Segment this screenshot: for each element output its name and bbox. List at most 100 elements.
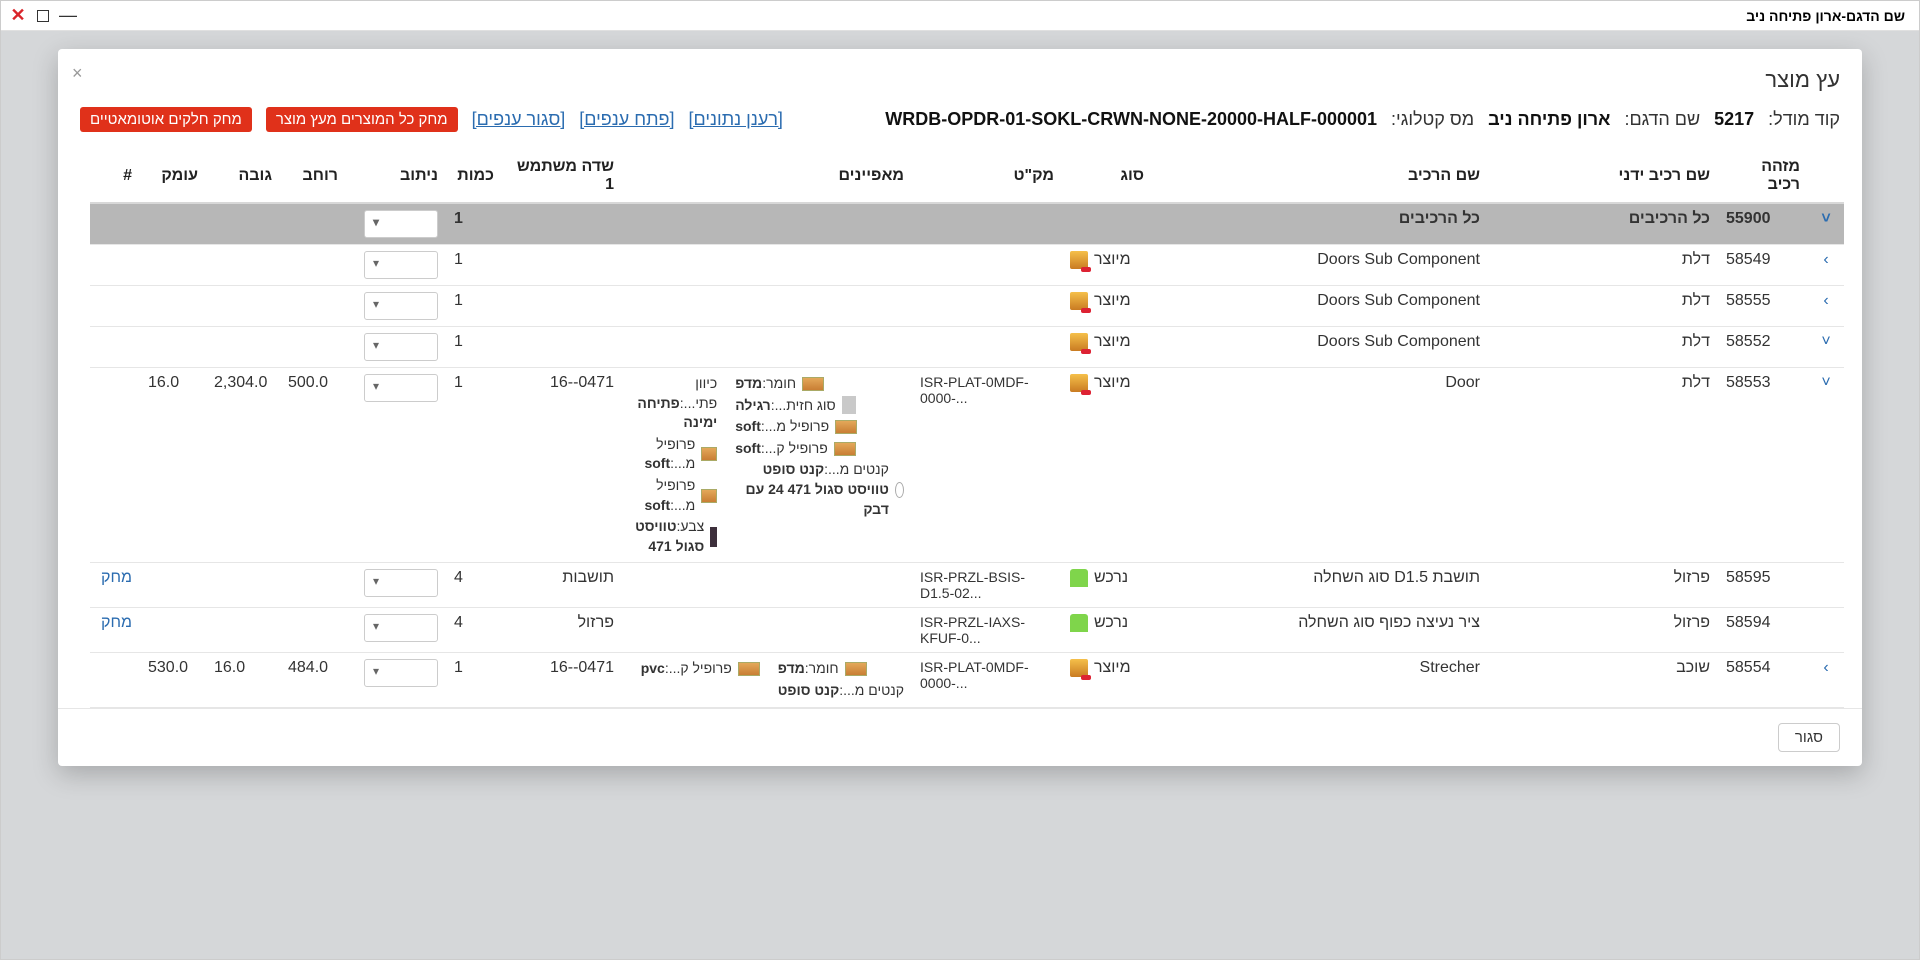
col-user1: שדה משתמש 1 [502, 150, 622, 203]
manufactured-icon [1070, 292, 1088, 310]
col-width: רוחב [280, 150, 346, 203]
tree-table-wrap[interactable]: מזהה רכיב שם רכיב ידני שם הרכיב סוג מק"ט… [58, 150, 1862, 708]
cell-attrs [622, 203, 912, 245]
route-dropdown[interactable] [364, 292, 438, 320]
attrs-box: חומר:מדפסוג חזית...:רגילהפרופיל מ...:sof… [630, 374, 904, 556]
minimize-icon[interactable]: — [59, 7, 77, 25]
cell-hash [90, 203, 140, 245]
cell-sku: ISR-PRZL-IAXS-KFUF-0... [912, 608, 1062, 653]
cell-user1 [502, 286, 622, 327]
expand-icon[interactable]: ‹ [1816, 251, 1836, 269]
route-dropdown[interactable] [364, 569, 438, 597]
manufactured-icon [1070, 659, 1088, 677]
table-row[interactable]: 58594פרזולציר נעיצה כפוף סוג השחלהנרכשIS… [90, 608, 1844, 653]
table-row[interactable]: ˅55900כל הרכיביםכל הרכיבים1 [90, 203, 1844, 245]
cell-height [206, 563, 280, 608]
col-height: גובה [206, 150, 280, 203]
close-icon[interactable]: ✕ [9, 7, 27, 25]
manufactured-icon [1070, 251, 1088, 269]
expand-icon[interactable]: ˅ [1816, 333, 1836, 351]
attr-line: קנטים מ...:קנט סופט [778, 681, 904, 701]
route-dropdown[interactable] [364, 333, 438, 361]
cell-depth [140, 608, 206, 653]
cell-width [280, 563, 346, 608]
cell-id: 58595 [1718, 563, 1808, 608]
modal-close-icon[interactable]: × [72, 63, 83, 84]
cell-type: מיוצר [1062, 653, 1152, 707]
cell-name: Door [1152, 368, 1488, 563]
attr-line: צבע:טוויסט סגול 471 [630, 517, 717, 556]
cell-height [206, 203, 280, 245]
modal-footer: סגור [58, 708, 1862, 766]
route-dropdown[interactable] [364, 374, 438, 402]
cell-sku: ISR-PRZL-BSIS-D1.5-02... [912, 563, 1062, 608]
refresh-link[interactable]: [רענן נתונים] [689, 109, 783, 130]
cell-sku [912, 327, 1062, 368]
maximize-icon[interactable] [37, 10, 49, 22]
cell-name: תושבת D1.5 סוג השחלה [1152, 563, 1488, 608]
expand-icon[interactable]: ˅ [1816, 374, 1836, 392]
attr-line: סוג חזית...:רגילה [735, 396, 855, 416]
model-name: ארון פתיחה ניב [1488, 109, 1610, 130]
cell-depth [140, 286, 206, 327]
cell-hash: מחק [90, 563, 140, 608]
modal-overlay: עץ מוצר × קוד מודל: 5217 שם הדגם: ארון פ… [1, 31, 1919, 959]
attr-line: פרופיל מ...:soft [630, 476, 717, 515]
cell-hash [90, 245, 140, 286]
cell-height: 16.0 [206, 653, 280, 707]
close-button[interactable]: סגור [1778, 723, 1840, 752]
window-title: שם הדגם-ארון פתיחה ניב [1740, 8, 1911, 24]
cell-manual: דלת [1488, 327, 1718, 368]
modal-title: עץ מוצר [1765, 67, 1840, 92]
cell-width [280, 203, 346, 245]
cell-depth: 16.0 [140, 368, 206, 563]
close-branches-link[interactable]: [סגור ענפים] [472, 109, 566, 130]
expand-icon[interactable]: ‹ [1816, 659, 1836, 677]
cell-user1: 16--0471 [502, 368, 622, 563]
attr-line: פרופיל ק...:pvc [641, 659, 760, 679]
table-row[interactable]: ‹58555דלתDoors Sub Componentמיוצר1 [90, 286, 1844, 327]
cell-height [206, 245, 280, 286]
dark-swatch-icon [710, 527, 717, 547]
route-dropdown[interactable] [364, 251, 438, 279]
cell-depth [140, 327, 206, 368]
cell-user1 [502, 327, 622, 368]
cell-id: 58549 [1718, 245, 1808, 286]
cell-user1 [502, 203, 622, 245]
table-row[interactable]: ‹58549דלתDoors Sub Componentמיוצר1 [90, 245, 1844, 286]
cell-id: 58594 [1718, 608, 1808, 653]
delete-link[interactable]: מחק [101, 569, 132, 586]
cell-manual: דלת [1488, 368, 1718, 563]
cell-height [206, 327, 280, 368]
route-dropdown[interactable] [364, 210, 438, 238]
route-dropdown[interactable] [364, 614, 438, 642]
cell-hash [90, 327, 140, 368]
cell-type: מיוצר [1062, 245, 1152, 286]
table-row[interactable]: ‹58554שוכבStrecherמיוצרISR-PLAT-0MDF-000… [90, 653, 1844, 707]
delete-auto-parts-button[interactable]: מחק חלקים אוטומאטיים [80, 107, 252, 132]
cell-width: 484.0 [280, 653, 346, 707]
attr-line: חומר:מדפ [778, 659, 867, 679]
cell-attrs [622, 286, 912, 327]
table-row[interactable]: ˅58552דלתDoors Sub Componentמיוצר1 [90, 327, 1844, 368]
open-branches-link[interactable]: [פתח ענפים] [579, 109, 674, 130]
cell-manual: דלת [1488, 245, 1718, 286]
delete-products-button[interactable]: מחק כל המוצרים מעץ מוצר [266, 107, 458, 132]
cell-qty: 4 [446, 563, 502, 608]
expand-icon[interactable]: ˅ [1816, 210, 1836, 228]
expand-icon[interactable]: ‹ [1816, 292, 1836, 310]
route-dropdown[interactable] [364, 659, 438, 687]
cell-route [346, 245, 446, 286]
wood-swatch-icon [835, 420, 857, 434]
table-row[interactable]: 58595פרזולתושבת D1.5 סוג השחלהנרכשISR-PR… [90, 563, 1844, 608]
catalog-number: WRDB-OPDR-01-SOKL-CRWN-NONE-20000-HALF-0… [885, 109, 1377, 130]
table-row[interactable]: ˅58553דלתDoorמיוצרISR-PLAT-0MDF-0000-...… [90, 368, 1844, 563]
cell-user1: תושבות [502, 563, 622, 608]
cell-depth: 530.0 [140, 653, 206, 707]
tree-table: מזהה רכיב שם רכיב ידני שם הרכיב סוג מק"ט… [90, 150, 1844, 708]
cell-id: 55900 [1718, 203, 1808, 245]
attr-line: פרופיל מ...:soft [735, 417, 857, 437]
cell-type: נרכש [1062, 608, 1152, 653]
delete-link[interactable]: מחק [101, 614, 132, 631]
purchased-icon [1070, 614, 1088, 632]
